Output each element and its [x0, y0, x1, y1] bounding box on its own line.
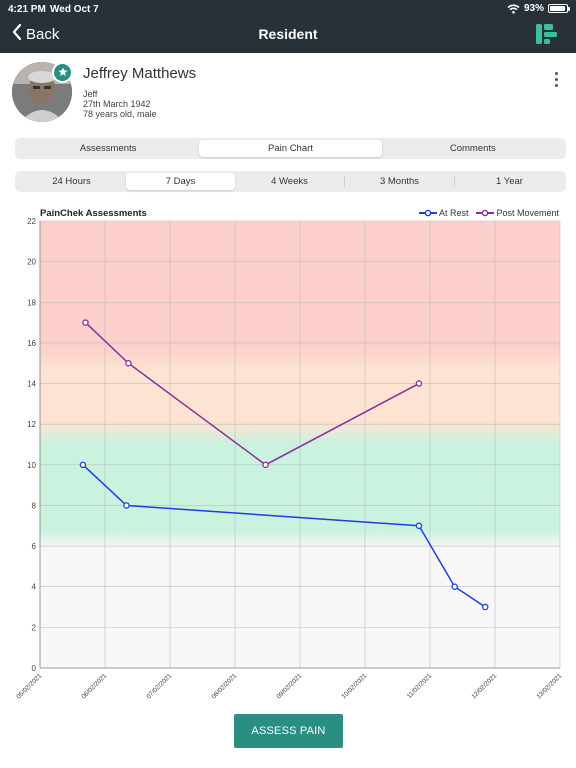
resident-dob: 27th March 1942: [83, 99, 151, 109]
data-point-at-rest: [79, 461, 87, 469]
range-24-hours[interactable]: 24 Hours: [17, 173, 126, 190]
assess-pain-button[interactable]: ASSESS PAIN: [234, 714, 343, 748]
resident-nickname: Jeff: [83, 89, 98, 99]
x-tick-label: 05/02/2021: [15, 672, 43, 700]
x-tick-label: 10/02/2021: [340, 672, 368, 700]
star-icon: [58, 64, 68, 82]
y-tick-label: 16: [27, 339, 36, 348]
data-point-at-rest: [415, 522, 423, 530]
y-tick-label: 2: [32, 623, 37, 632]
x-tick-label: 11/02/2021: [406, 672, 434, 700]
tab-assessments[interactable]: Assessments: [17, 140, 199, 157]
resident-name: Jeffrey Matthews: [83, 65, 197, 82]
data-point-post-movement: [82, 319, 89, 326]
battery-percent: 93%: [523, 3, 544, 14]
range-7-days[interactable]: 7 Days: [126, 173, 235, 190]
tab-comments[interactable]: Comments: [382, 140, 564, 157]
data-point-post-movement: [262, 461, 269, 469]
y-tick-label: 22: [27, 217, 36, 226]
x-tick-label: 13/02/2021: [535, 672, 563, 700]
favourite-badge: [52, 62, 73, 83]
y-tick-label: 10: [27, 461, 36, 470]
y-tick-label: 20: [27, 258, 36, 267]
y-tick-label: 0: [32, 664, 37, 673]
y-tick-label: 12: [27, 420, 36, 429]
data-point-at-rest: [123, 502, 130, 509]
range-3-months[interactable]: 3 Months: [345, 173, 454, 190]
data-point-at-rest: [481, 603, 489, 611]
range-4-weeks[interactable]: 4 Weeks: [235, 173, 344, 190]
battery-icon: [548, 4, 570, 13]
range-1-year[interactable]: 1 Year: [455, 173, 564, 190]
status-time: 4:21 PM: [8, 4, 46, 15]
y-tick-label: 14: [27, 380, 36, 389]
x-tick-label: 08/02/2021: [210, 672, 238, 700]
y-tick-label: 18: [27, 298, 36, 307]
status-indicators: 93%: [507, 3, 570, 14]
view-tabs: Assessments Pain Chart Comments: [15, 138, 566, 159]
data-point-at-rest: [451, 583, 458, 590]
chart-canvas: 0 2 4 6 8 10 12 14 16 18 20 22 05/02/2021 06/02/2021 0…: [15, 217, 563, 700]
painchek-logo-icon: [536, 24, 558, 49]
y-tick-label: 8: [32, 501, 37, 510]
wifi-icon: [507, 4, 520, 14]
resident-age-gender: 78 years old, male: [83, 109, 157, 119]
page-title: Resident: [258, 26, 318, 42]
data-point-post-movement: [125, 359, 132, 367]
pain-chart: PainChek Assessments At Rest Post Moveme…: [0, 203, 576, 703]
y-tick-label: 6: [32, 542, 37, 551]
x-tick-label: 07/02/2021: [145, 672, 173, 700]
range-selector: 24 Hours 7 Days 4 Weeks 3 Months 1 Year: [15, 171, 566, 192]
resident-profile: Jeffrey Matthews Jeff 27th March 1942 78…: [0, 53, 576, 131]
y-tick-label: 4: [32, 583, 37, 592]
data-point-post-movement: [415, 380, 423, 387]
x-tick-label: 06/02/2021: [80, 672, 108, 700]
more-vertical-icon[interactable]: [555, 72, 558, 87]
status-date: Wed Oct 7: [50, 4, 99, 15]
tab-pain-chart[interactable]: Pain Chart: [199, 140, 382, 157]
top-bar: 4:21 PM Wed Oct 7 93% Back Resident: [0, 0, 576, 53]
x-tick-label: 12/02/2021: [470, 672, 498, 700]
x-tick-label: 09/02/2021: [275, 672, 303, 700]
